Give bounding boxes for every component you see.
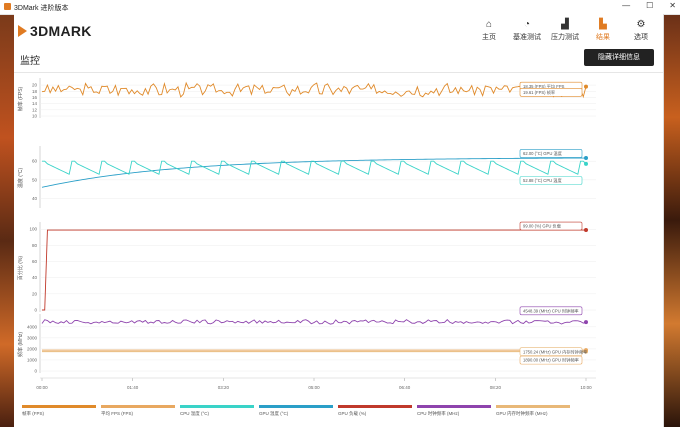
- window-title: 3DMark 进阶版本: [14, 5, 69, 12]
- x-tick-label: 03:20: [218, 385, 230, 390]
- window-titlebar: 3DMark 进阶版本 — ☐ ✕: [0, 0, 680, 15]
- brand-logo[interactable]: 3DMARK: [18, 23, 92, 39]
- stress-chart-icon: ▟: [561, 19, 569, 30]
- y-tick-label: 3000: [27, 335, 38, 340]
- app-main: 3DMARK ⌂ 主页 ◔ 基准测试 ▟ 压力测试 ▙ 结果 ⚙ 选项 监控 隐藏详细信息 10 1…: [14, 14, 664, 427]
- y-tick-label: 100: [29, 227, 37, 232]
- series-end-dot: [584, 320, 588, 325]
- legend-label: GPU 负载 (%): [338, 410, 367, 417]
- y-tick-label: 1000: [27, 357, 38, 362]
- nav-item-1[interactable]: ◔ 基准测试: [508, 16, 546, 46]
- y-tick-label: 50: [32, 177, 38, 182]
- legend-swatch[interactable]: [101, 405, 175, 408]
- series-end-dot: [584, 228, 588, 233]
- y-tick-label: 60: [32, 159, 38, 164]
- x-tick-label: 00:00: [36, 385, 48, 390]
- nav-label: 选项: [634, 34, 648, 41]
- series-line: [42, 229, 586, 311]
- y-tick-label: 60: [32, 259, 38, 264]
- y-tick-label: 0: [34, 369, 37, 374]
- y-tick-label: 4000: [27, 324, 38, 329]
- home-icon: ⌂: [485, 19, 493, 30]
- y-tick-label: 20: [32, 291, 38, 296]
- nav-label: 压力测试: [551, 34, 579, 41]
- logo-mark-icon: [18, 25, 27, 37]
- legend-label: CPU 温度 (°C): [180, 410, 210, 417]
- y-axis-label: 百分比 (%): [17, 256, 24, 281]
- series-end-dot: [584, 156, 588, 161]
- y-tick-label: 18: [32, 89, 38, 94]
- subheader: 监控 隐藏详细信息: [14, 48, 664, 73]
- brand-name: 3DMARK: [30, 23, 92, 39]
- results-icon: ▙: [599, 19, 607, 30]
- minimize-button[interactable]: —: [622, 1, 630, 10]
- legend-label: 帧率 (FPS): [22, 410, 45, 417]
- nav-item-4[interactable]: ⚙ 选项: [622, 16, 660, 46]
- value-annotation: 1890.00 (MHz) GPU 时钟频率: [523, 357, 579, 364]
- y-tick-label: 2000: [27, 346, 38, 351]
- maximize-button[interactable]: ☐: [646, 1, 653, 10]
- background-art-right: [664, 14, 680, 427]
- nav-item-0[interactable]: ⌂ 主页: [470, 16, 508, 46]
- legend-label: GPU 温度 (°C): [259, 410, 289, 417]
- gear-icon: ⚙: [636, 19, 646, 30]
- x-tick-label: 10:00: [580, 385, 592, 390]
- header: 3DMARK ⌂ 主页 ◔ 基准测试 ▟ 压力测试 ▙ 结果 ⚙ 选项: [14, 14, 664, 48]
- y-tick-label: 12: [32, 107, 38, 112]
- y-axis-label: 帧率 (FPS): [17, 86, 24, 111]
- value-annotation: 1750.24 (MHz) GPU 内存时钟频率: [523, 348, 587, 355]
- close-button[interactable]: ✕: [669, 1, 676, 10]
- x-tick-label: 08:20: [490, 385, 502, 390]
- nav-label: 主页: [482, 34, 496, 41]
- legend-swatch[interactable]: [417, 405, 491, 408]
- series-line: [42, 160, 587, 175]
- y-tick-label: 20: [32, 83, 38, 88]
- x-tick-label: 05:00: [308, 385, 320, 390]
- y-tick-label: 10: [32, 114, 38, 119]
- monitoring-chart: 101214161820帧率 (FPS)18.35 (FPS) 平均 FPS19…: [17, 78, 596, 390]
- y-axis-label: 频率 (MHz): [17, 332, 24, 357]
- series-end-dot: [584, 84, 588, 89]
- x-tick-label: 01:40: [127, 385, 139, 390]
- series-end-dot: [584, 161, 588, 166]
- y-tick-label: 0: [34, 308, 37, 313]
- y-tick-label: 16: [32, 95, 38, 100]
- background-art-left: [0, 14, 14, 427]
- y-axis-label: 温度 (°C): [17, 168, 24, 189]
- hide-details-button[interactable]: 隐藏详细信息: [584, 49, 654, 66]
- nav-label: 基准测试: [513, 34, 541, 41]
- app-icon: [4, 3, 11, 10]
- gauge-icon: ◔: [523, 19, 531, 30]
- legend-swatch[interactable]: [259, 405, 333, 408]
- value-annotation: 19.61 (FPS) 帧率: [523, 89, 555, 96]
- chart-legend: 帧率 (FPS) 平均 FPS (FPS) CPU 温度 (°C) GPU 温度 (°…: [22, 405, 570, 417]
- value-annotation: 52.88 (°C) CPU 温度: [523, 177, 562, 184]
- legend-swatch[interactable]: [338, 405, 412, 408]
- nav-item-2[interactable]: ▟ 压力测试: [546, 16, 584, 46]
- y-tick-label: 40: [32, 275, 38, 280]
- legend-swatch[interactable]: [180, 405, 254, 408]
- scrollbar[interactable]: [663, 14, 664, 427]
- legend-swatch[interactable]: [22, 405, 96, 408]
- value-annotation: 62.00 (°C) GPU 温度: [523, 150, 563, 157]
- legend-swatch[interactable]: [496, 405, 570, 408]
- nav-item-3[interactable]: ▙ 结果: [584, 16, 622, 46]
- x-tick-label: 06:40: [399, 385, 411, 390]
- page-title: 监控: [20, 56, 40, 67]
- nav-label: 结果: [596, 34, 610, 41]
- legend-label: GPU 内存时钟频率 (MHz): [496, 410, 548, 417]
- value-annotation: 4548.39 (MHz) CPU 时钟频率: [523, 307, 579, 314]
- series-line: [41, 318, 587, 325]
- series-line: [41, 157, 587, 188]
- legend-label: CPU 时钟频率 (MHz): [417, 410, 460, 417]
- y-tick-label: 80: [32, 243, 38, 248]
- legend-label: 平均 FPS (FPS): [101, 410, 134, 417]
- value-annotation: 99.00 (%) GPU 负载: [523, 223, 562, 230]
- y-tick-label: 40: [32, 196, 38, 201]
- top-nav: ⌂ 主页 ◔ 基准测试 ▟ 压力测试 ▙ 结果 ⚙ 选项: [470, 16, 660, 46]
- y-tick-label: 14: [32, 101, 38, 106]
